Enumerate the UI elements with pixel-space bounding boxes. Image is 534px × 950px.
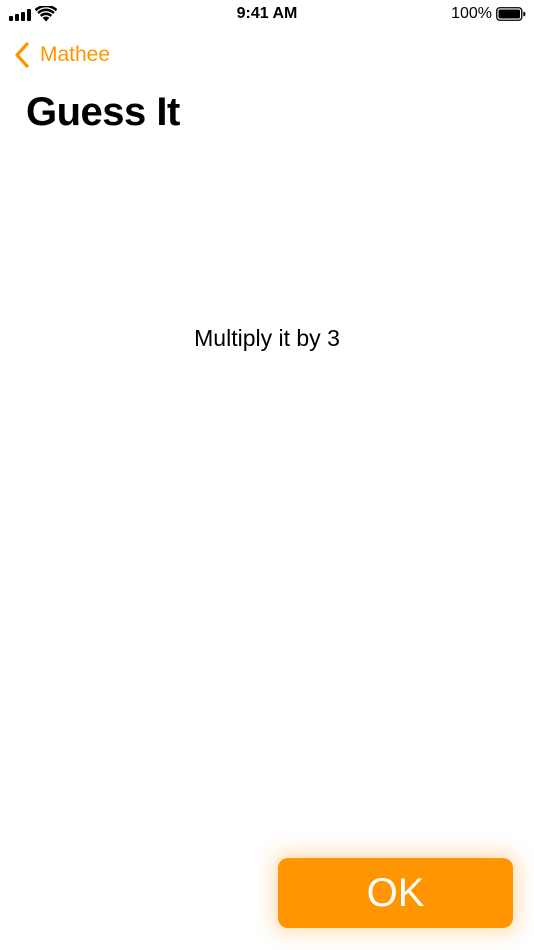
status-bar: 9:41 AM 100% xyxy=(0,0,534,30)
chevron-left-icon xyxy=(15,42,29,68)
instruction-text: Multiply it by 3 xyxy=(194,325,340,351)
battery-icon xyxy=(496,7,526,21)
back-button-label: Mathee xyxy=(40,43,111,66)
page-title: Guess It xyxy=(26,90,180,134)
battery-percentage: 100% xyxy=(451,5,492,22)
back-button[interactable]: Mathee xyxy=(14,40,110,70)
ok-button[interactable]: OK xyxy=(278,858,513,928)
screen: 9:41 AM 100% Mathee Guess It Multiply it… xyxy=(0,0,534,950)
